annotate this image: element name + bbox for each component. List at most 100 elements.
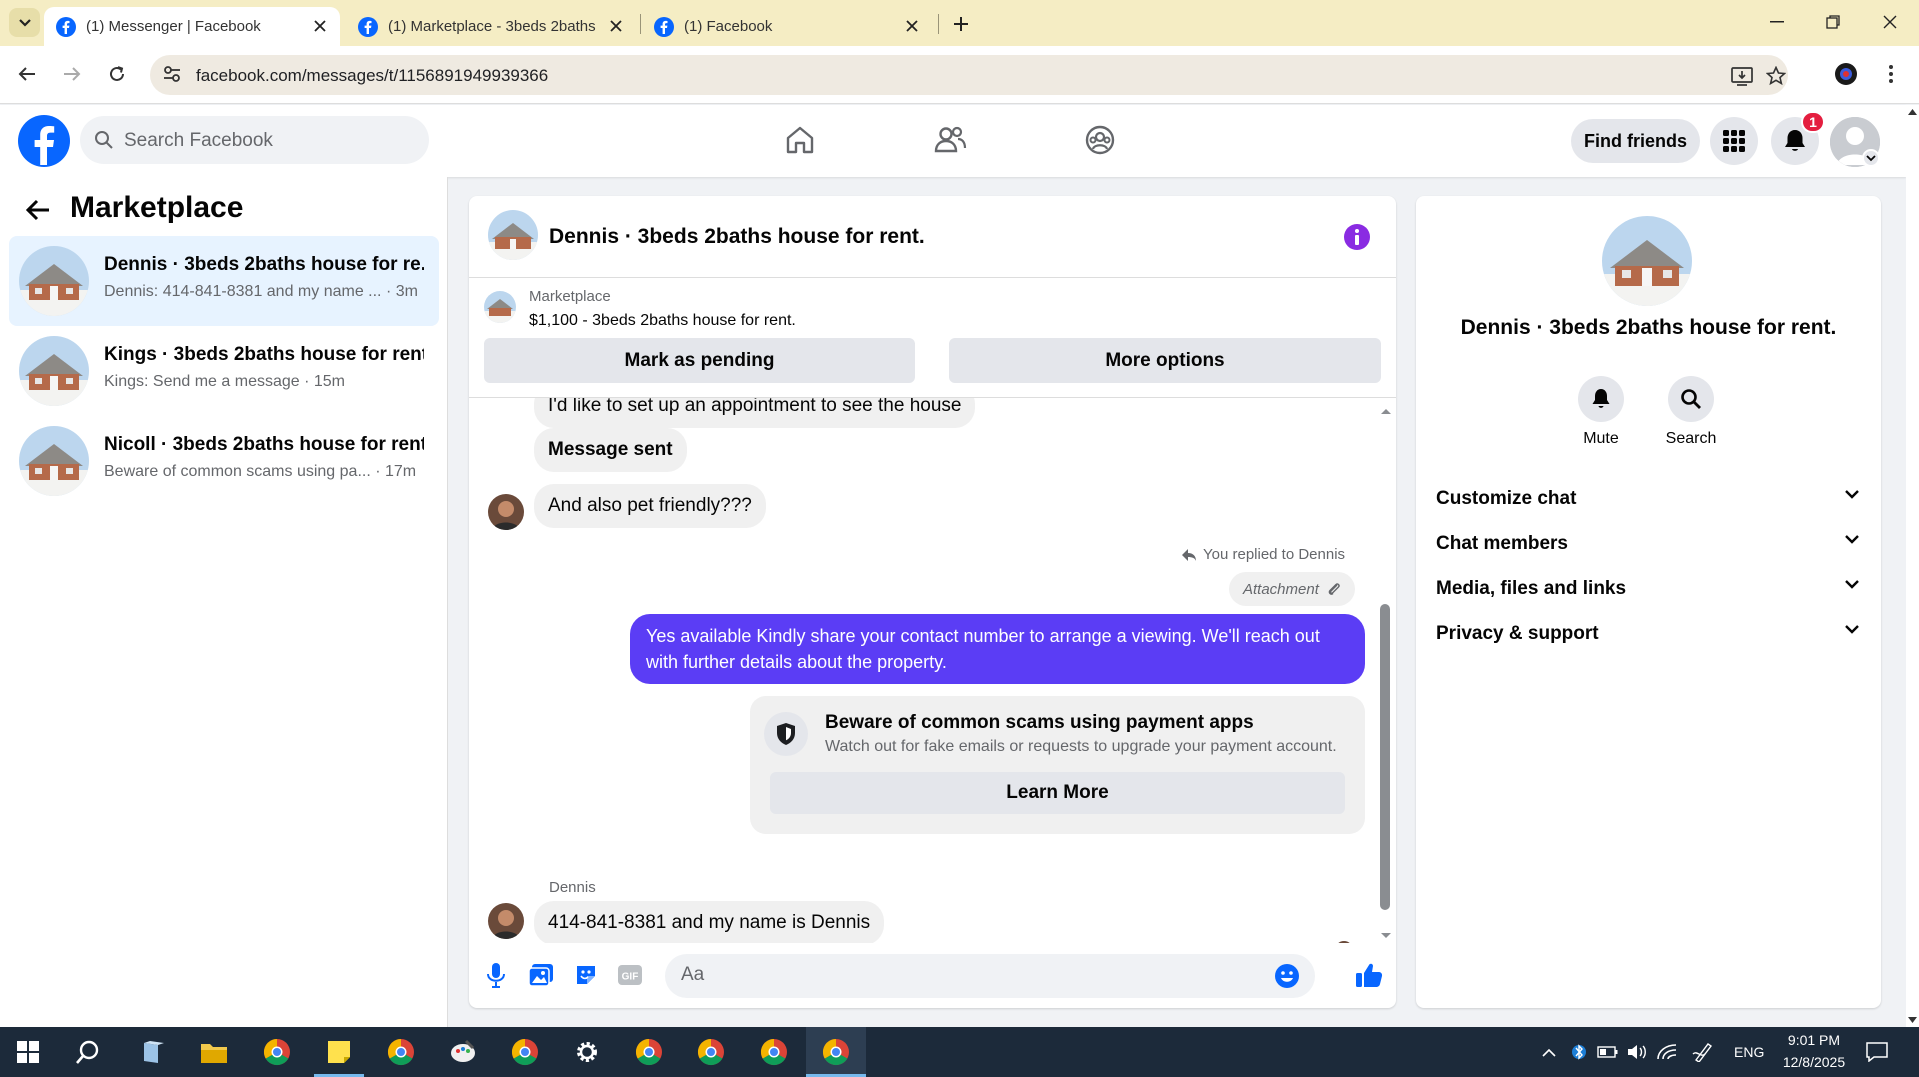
network-icon[interactable] xyxy=(1656,1041,1678,1063)
close-tab-icon[interactable] xyxy=(902,16,922,36)
back-arrow-button[interactable] xyxy=(26,199,50,221)
more-options-button[interactable]: More options xyxy=(949,338,1381,383)
reload-button[interactable] xyxy=(103,60,131,88)
battery-icon[interactable] xyxy=(1597,1041,1619,1063)
new-tab-button[interactable] xyxy=(947,10,975,38)
chrome-profile-2-button[interactable] xyxy=(381,1032,421,1072)
conversation-name: Dennis · 3beds 2baths house for re... xyxy=(104,254,424,275)
close-tab-icon[interactable] xyxy=(606,16,626,36)
chrome-profile-1-button[interactable] xyxy=(257,1032,297,1072)
input-language[interactable]: ENG xyxy=(1734,1044,1764,1060)
groups-icon xyxy=(1085,125,1115,155)
file-explorer-button[interactable] xyxy=(194,1032,234,1072)
clock-date[interactable]: 12/8/2025 xyxy=(1779,1054,1849,1070)
tab-title: (1) Marketplace - 3beds 2baths xyxy=(388,18,596,35)
sender-avatar[interactable] xyxy=(488,903,524,939)
install-app-icon[interactable] xyxy=(1731,65,1753,87)
attachment-reply-preview[interactable]: Attachment xyxy=(1229,572,1355,606)
message-input[interactable] xyxy=(681,964,1241,986)
tab-marketplace[interactable]: (1) Marketplace - 3beds 2baths xyxy=(346,7,642,46)
chrome-profile-5-button[interactable] xyxy=(691,1032,731,1072)
attach-photo-button[interactable] xyxy=(526,960,556,990)
facebook-favicon-icon xyxy=(56,17,76,37)
tab-facebook[interactable]: (1) Facebook xyxy=(642,7,938,46)
sender-avatar[interactable] xyxy=(488,494,524,530)
conversation-avatar-large[interactable] xyxy=(1602,216,1692,306)
mute-button[interactable] xyxy=(1578,376,1624,422)
conversation-preview: Dennis: 414-841-8381 and my name ... · 3… xyxy=(104,283,418,300)
close-window-button[interactable] xyxy=(1870,8,1910,36)
chrome-profile-4-button[interactable] xyxy=(629,1032,669,1072)
chevron-down-icon xyxy=(1845,490,1859,499)
find-friends-button[interactable]: Find friends xyxy=(1571,119,1700,163)
tab-messenger[interactable]: (1) Messenger | Facebook xyxy=(44,7,340,46)
maximize-button[interactable] xyxy=(1813,8,1853,36)
chat-avatar[interactable] xyxy=(488,210,538,260)
conversation-info-button[interactable] xyxy=(1343,223,1371,251)
paint-app-button[interactable] xyxy=(443,1032,483,1072)
pen-workspace-icon[interactable] xyxy=(1692,1041,1714,1063)
chrome-icon xyxy=(511,1038,538,1066)
conversation-sidebar: Marketplace Dennis · 3beds 2baths house … xyxy=(0,177,448,1027)
facebook-logo[interactable] xyxy=(18,115,70,167)
search-action[interactable]: Search xyxy=(1651,376,1731,448)
message-input-box[interactable] xyxy=(665,954,1315,998)
volume-icon[interactable] xyxy=(1626,1041,1648,1063)
sticker-button[interactable] xyxy=(571,960,601,990)
browser-tab-strip: (1) Messenger | Facebook (1) Marketplace… xyxy=(0,0,1919,46)
conversation-item[interactable]: Kings · 3beds 2baths house for rent. Kin… xyxy=(9,326,439,416)
section-label: Chat members xyxy=(1436,533,1568,554)
show-hidden-icons-button[interactable] xyxy=(1538,1041,1560,1063)
back-button[interactable] xyxy=(13,60,41,88)
arrow-left-icon xyxy=(26,199,49,221)
voice-clip-button[interactable] xyxy=(481,960,511,990)
thumbs-up-icon xyxy=(1356,963,1383,987)
listing-detail[interactable]: $1,100 - 3beds 2baths house for rent. xyxy=(529,312,796,330)
send-like-button[interactable] xyxy=(1354,960,1384,990)
sender-name: Dennis xyxy=(549,879,596,896)
tab-search-button[interactable] xyxy=(9,8,40,37)
bookmark-star-icon[interactable] xyxy=(1765,65,1787,87)
gif-button[interactable]: GIF xyxy=(615,960,645,990)
chrome-profile-6-button[interactable] xyxy=(754,1032,794,1072)
emoji-button[interactable] xyxy=(1274,963,1300,989)
notification-center-button[interactable] xyxy=(1866,1041,1888,1063)
groups-nav-button[interactable] xyxy=(1080,120,1120,160)
mark-as-pending-button[interactable]: Mark as pending xyxy=(484,338,915,383)
settings-button[interactable] xyxy=(567,1032,607,1072)
close-tab-icon[interactable] xyxy=(310,16,330,36)
learn-more-button[interactable]: Learn More xyxy=(770,772,1345,814)
chrome-profile-3-button[interactable] xyxy=(505,1032,545,1072)
chat-members-section[interactable]: Chat members xyxy=(1436,523,1861,563)
menu-grid-button[interactable] xyxy=(1710,117,1758,165)
task-view-button[interactable] xyxy=(131,1032,171,1072)
customize-chat-section[interactable]: Customize chat xyxy=(1436,478,1861,518)
arrow-left-icon xyxy=(18,67,35,81)
chrome-active-button[interactable] xyxy=(816,1032,856,1072)
account-menu-caret[interactable] xyxy=(1862,149,1880,167)
home-nav-button[interactable] xyxy=(780,120,820,160)
browser-menu-icon[interactable] xyxy=(1877,60,1905,88)
start-button[interactable] xyxy=(8,1032,48,1072)
sticky-notes-button[interactable] xyxy=(319,1032,359,1072)
conversation-item[interactable]: Nicoll · 3beds 2baths house for rent. Be… xyxy=(9,416,439,506)
forward-button[interactable] xyxy=(58,60,86,88)
profile-extension-icon[interactable] xyxy=(1832,60,1860,88)
page-scrollbar[interactable] xyxy=(1906,105,1919,1027)
media-files-links-section[interactable]: Media, files and links xyxy=(1436,568,1861,608)
facebook-search-bar[interactable]: Search Facebook xyxy=(80,116,429,164)
chat-title[interactable]: Dennis · 3beds 2baths house for rent. xyxy=(549,225,925,249)
chevron-up-icon xyxy=(1542,1048,1556,1057)
site-info-icon[interactable] xyxy=(162,64,182,84)
privacy-support-section[interactable]: Privacy & support xyxy=(1436,613,1861,653)
clock-time[interactable]: 9:01 PM xyxy=(1784,1032,1844,1048)
conversation-item[interactable]: Dennis · 3beds 2baths house for re... De… xyxy=(9,236,439,326)
taskbar-search-button[interactable] xyxy=(68,1032,108,1072)
message-scrollbar-thumb[interactable] xyxy=(1380,604,1390,910)
friends-nav-button[interactable] xyxy=(930,120,970,160)
mute-action[interactable]: Mute xyxy=(1561,376,1641,448)
address-bar[interactable]: facebook.com/messages/t/1156891949939366 xyxy=(150,55,1788,95)
bluetooth-icon[interactable] xyxy=(1568,1041,1590,1063)
minimize-button[interactable] xyxy=(1757,8,1797,36)
search-conversation-button[interactable] xyxy=(1668,376,1714,422)
